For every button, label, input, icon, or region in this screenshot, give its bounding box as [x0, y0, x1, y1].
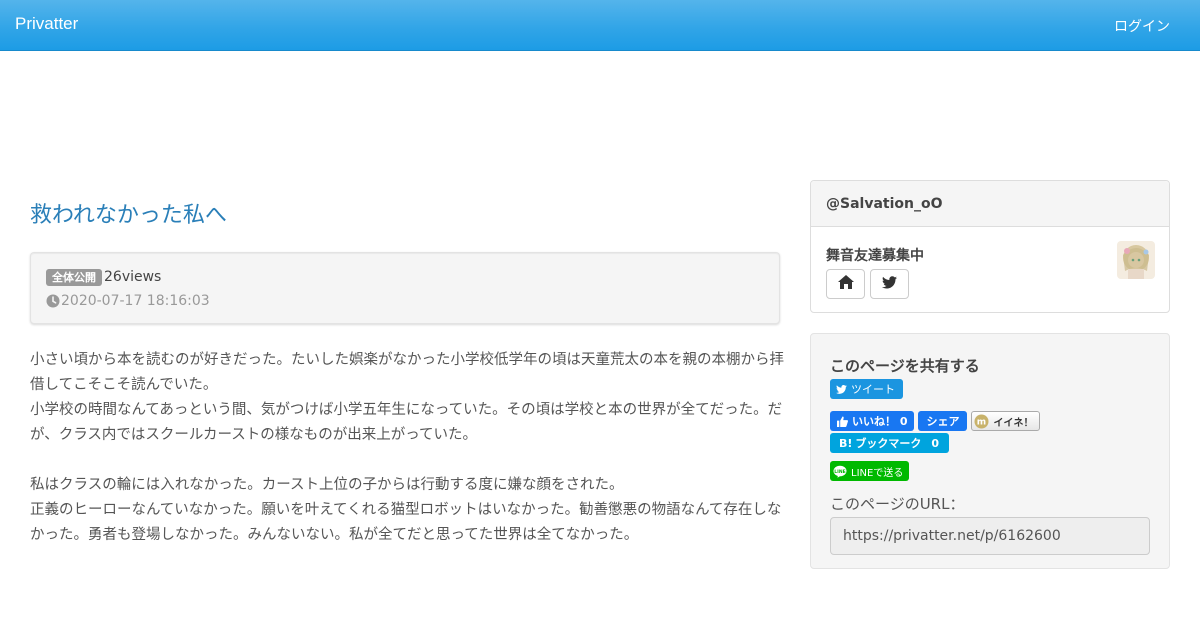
line-share-button[interactable]: LINE LINEで送る	[830, 461, 910, 481]
line-share-label: LINEで送る	[851, 467, 904, 479]
share-panel: このページを共有する ツイート いいね！ 0 シェア m イイネ！ B! ブック…	[810, 333, 1170, 569]
line-icon: LINE	[833, 465, 847, 478]
hatena-b-icon: B!	[839, 436, 853, 450]
profile-name: 舞音友達募集中	[826, 248, 924, 264]
mixi-iine-label: イイネ！	[993, 417, 1034, 429]
facebook-like-label: いいね！ 0	[852, 415, 908, 428]
post-paragraph: 小学校の時間なんてあっという間、気がつけば小学五年生になっていた。その頃は学校と…	[30, 402, 783, 443]
clock-icon	[46, 294, 60, 308]
post-body: 小さい頃から本を読むのが好きだった。たいした娯楽がなかった小学校低学年の頃は天童…	[30, 348, 785, 548]
twitter-icon	[882, 275, 897, 293]
main-content: 救われなかった私へ 全体公開 26views 2020-07-17 18:16:…	[30, 180, 784, 548]
post-paragraph: 小さい頃から本を読むのが好きだった。たいした娯楽がなかった小学校低学年の頃は天童…	[30, 352, 784, 393]
visibility-badge: 全体公開	[46, 268, 102, 286]
navbar: Privatter ログイン	[0, 0, 1200, 51]
twitter-button[interactable]	[870, 269, 909, 299]
page-url-field[interactable]	[830, 516, 1150, 555]
profile-panel: @Salvation_oO 舞音友達募集中	[810, 180, 1170, 313]
brand-link[interactable]: Privatter	[15, 14, 78, 34]
hatena-bookmark-count: 0	[931, 436, 940, 450]
share-title: このページを共有する	[830, 357, 980, 375]
post-paragraph: 正義のヒーローなんていなかった。願いを叶えてくれる猫型ロボットはいなかった。勧善…	[30, 502, 782, 543]
hatena-bookmark-label: ブックマーク	[855, 437, 922, 450]
home-icon	[837, 275, 854, 293]
svg-text:m: m	[977, 417, 986, 427]
tweet-label: ツイート	[851, 383, 895, 396]
page-url-label: このページのURL：	[830, 494, 965, 513]
post-paragraph: 私はクラスの輪には入れなかった。カースト上位の子からは行動する度に嫌な顔をされた…	[30, 477, 624, 493]
facebook-like-button[interactable]: いいね！ 0	[830, 411, 915, 431]
post-meta: 全体公開 26views 2020-07-17 18:16:03	[30, 252, 780, 324]
profile-handle[interactable]: @Salvation_oO	[811, 181, 1169, 227]
mixi-icon: m	[974, 414, 989, 429]
hatena-bookmark-button[interactable]: B! ブックマーク 0	[830, 433, 950, 453]
login-link[interactable]: ログイン	[1114, 16, 1170, 36]
thumbs-up-icon	[837, 415, 848, 427]
view-count: 26views	[104, 269, 162, 285]
twitter-bird-icon	[836, 384, 847, 394]
svg-text:LINE: LINE	[834, 469, 845, 475]
home-button[interactable]	[826, 269, 865, 299]
post-title: 救われなかった私へ	[30, 203, 227, 228]
avatar[interactable]	[1117, 241, 1155, 279]
post-timestamp: 2020-07-17 18:16:03	[61, 293, 210, 309]
facebook-share-button[interactable]: シェア	[918, 411, 968, 431]
mixi-iine-button[interactable]: m イイネ！	[971, 411, 1041, 431]
tweet-button[interactable]: ツイート	[830, 379, 903, 399]
